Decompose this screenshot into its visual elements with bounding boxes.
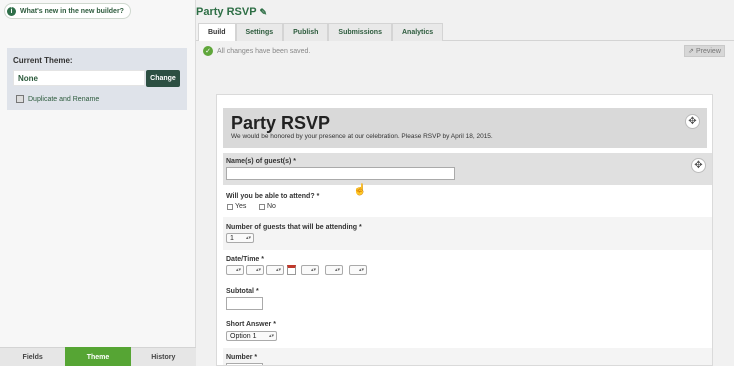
form-header-block[interactable]: Party RSVP We would be honored by your p… [223, 108, 707, 148]
field-label-num-guests: Number of guests that will be attending … [226, 224, 362, 231]
field-attend: Will you be able to attend? * Yes No [223, 187, 712, 217]
tab-fields[interactable]: Fields [0, 347, 66, 366]
tab-build[interactable]: Build [198, 23, 236, 41]
checkbox[interactable] [227, 203, 233, 210]
short-answer-select[interactable]: Option 1 ▴▾ [226, 331, 277, 341]
num-guests-select[interactable]: 1 ▴▾ [226, 233, 254, 243]
duplicate-rename-link[interactable]: Duplicate and Rename [16, 95, 99, 103]
left-tabs: Fields Theme History [0, 347, 196, 366]
select-arrows-icon: ▴▾ [255, 267, 261, 273]
field-label-number: Number * [226, 354, 258, 361]
pencil-icon[interactable]: ✎ [260, 7, 268, 18]
select-arrows-icon: ▴▾ [334, 267, 340, 273]
field-label-attend: Will you be able to attend? * [226, 193, 320, 200]
field-label-names: Name(s) of guest(s) * [226, 158, 297, 165]
tab-submissions[interactable]: Submissions [328, 23, 392, 41]
select-arrows-icon: ▴▾ [310, 267, 316, 273]
field-label-subtotal: Subtotal * [226, 288, 259, 295]
move-icon[interactable]: ✥ [685, 114, 700, 129]
builder-tabs: Build Settings Publish Submissions Analy… [196, 23, 734, 41]
select-arrows-icon: ▴▾ [235, 267, 241, 273]
form-description: We would be honored by your presence at … [231, 133, 493, 140]
field-short-answer: Short Answer * Option 1 ▴▾ [223, 314, 712, 348]
info-icon: i [7, 6, 16, 16]
checkbox[interactable] [259, 203, 265, 210]
theme-value: None [13, 70, 145, 86]
hour-select[interactable]: ▴▾ [301, 265, 319, 275]
select-arrows-icon: ▴▾ [268, 333, 274, 339]
tab-theme[interactable]: Theme [65, 347, 131, 366]
move-icon[interactable]: ✥ [691, 158, 706, 173]
ampm-select[interactable]: ▴▾ [349, 265, 367, 275]
month-select[interactable]: ▴▾ [226, 265, 244, 275]
field-label-datetime: Date/Time * [226, 256, 265, 263]
attend-yes-option[interactable]: Yes [227, 203, 246, 210]
form-canvas: Party RSVP We would be honored by your p… [216, 94, 713, 366]
form-title[interactable]: Party RSVP ✎ [196, 6, 267, 18]
duplicate-icon [16, 95, 24, 103]
save-status-text: All changes have been saved. [217, 47, 311, 55]
attend-no-option[interactable]: No [259, 203, 276, 210]
hand-cursor-icon: ☝ [353, 184, 367, 196]
year-select[interactable]: ▴▾ [266, 265, 284, 275]
tab-settings[interactable]: Settings [235, 23, 284, 41]
select-arrows-icon: ▴▾ [245, 235, 251, 241]
whats-new-link[interactable]: i What's new in the new builder? [4, 3, 131, 19]
field-names[interactable]: Name(s) of guest(s) * ✥ [223, 153, 712, 185]
save-status: ✓ All changes have been saved. [203, 46, 310, 56]
current-theme-label: Current Theme: [13, 56, 73, 65]
field-subtotal: Subtotal * [223, 282, 712, 314]
preview-button[interactable]: ⇗ Preview [684, 45, 725, 57]
field-number: Number * [223, 348, 712, 365]
field-datetime: Date/Time * ▴▾ ▴▾ ▴▾ ▴▾ ▴▾ ▴▾ [223, 250, 712, 282]
whats-new-label: What's new in the new builder? [20, 7, 124, 15]
left-panel: i What's new in the new builder? Current… [0, 0, 196, 366]
select-arrows-icon: ▴▾ [275, 267, 281, 273]
form-title-text: Party RSVP [196, 6, 257, 18]
calendar-icon[interactable] [287, 265, 296, 275]
field-label-short-answer: Short Answer * [226, 321, 276, 328]
tab-history[interactable]: History [130, 347, 196, 366]
tab-publish[interactable]: Publish [283, 23, 329, 41]
day-select[interactable]: ▴▾ [246, 265, 264, 275]
tab-analytics[interactable]: Analytics [391, 23, 444, 41]
theme-box: Current Theme: None Change Duplicate and… [7, 48, 187, 110]
duplicate-rename-label: Duplicate and Rename [28, 95, 100, 103]
field-num-guests: Number of guests that will be attending … [223, 217, 712, 250]
title-row: Party RSVP ✎ [196, 0, 734, 23]
preview-label: Preview [695, 47, 721, 55]
names-input[interactable] [226, 167, 455, 180]
subtotal-input[interactable] [226, 297, 263, 310]
external-link-icon: ⇗ [688, 48, 694, 55]
check-icon: ✓ [203, 46, 213, 56]
form-heading: Party RSVP [231, 113, 331, 133]
minute-select[interactable]: ▴▾ [325, 265, 343, 275]
change-theme-button[interactable]: Change [146, 70, 180, 87]
select-arrows-icon: ▴▾ [358, 267, 364, 273]
